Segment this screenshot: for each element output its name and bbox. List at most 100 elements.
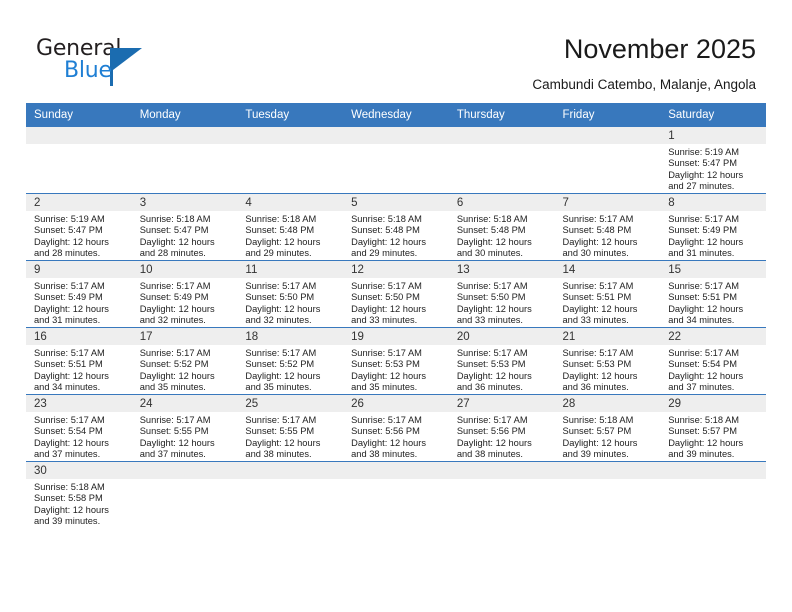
day-number (237, 462, 344, 479)
day-number: 1 (660, 127, 766, 144)
sunset-text: Sunset: 5:56 PM (351, 426, 420, 437)
daylight-text: Daylight: 12 hours (34, 303, 109, 314)
sunrise-text: Sunrise: 5:17 AM (34, 281, 105, 291)
calendar-day-cell[interactable]: 29 Sunrise: 5:18 AM Sunset: 5:57 PM Dayligh… (660, 394, 766, 462)
daylight-text: Daylight: 12 hours (668, 370, 744, 381)
calendar-day-cell[interactable]: 4 Sunrise: 5:18 AM Sunset: 5:48 PM Daylight… (237, 193, 344, 261)
calendar-day-cell[interactable]: 19 Sunrise: 5:17 AM Sunset: 5:53 PM Dayligh… (343, 327, 449, 395)
calendar-day-cell[interactable]: 26 Sunrise: 5:17 AM Sunset: 5:56 PM Dayligh… (343, 394, 449, 462)
day-number: 13 (448, 261, 555, 278)
sunset-text: Sunset: 5:50 PM (456, 292, 526, 303)
sunset-text: Sunset: 5:49 PM (668, 225, 737, 236)
calendar-day-cell[interactable]: 25 Sunrise: 5:17 AM Sunset: 5:55 PM Dayligh… (237, 394, 344, 462)
calendar-day-cell[interactable]: 13 Sunrise: 5:17 AM Sunset: 5:50 PM Dayligh… (448, 260, 555, 328)
sunset-text: Sunset: 5:48 PM (351, 225, 420, 236)
calendar-week-row: 23 Sunrise: 5:17 AM Sunset: 5:54 PM Dayligh… (26, 394, 766, 462)
sunset-text: Sunset: 5:49 PM (139, 292, 209, 303)
daylight-text: and 39 minutes. (668, 449, 735, 460)
general-blue-logo[interactable]: General Blue (36, 36, 156, 88)
day-number (554, 462, 661, 479)
daylight-text: and 35 minutes. (351, 382, 418, 393)
calendar-day-cell[interactable]: 7 Sunrise: 5:17 AM Sunset: 5:48 PM Daylight… (554, 193, 661, 261)
sunrise-text: Sunrise: 5:17 AM (34, 415, 105, 425)
day-details: Sunrise: 5:17 AM Sunset: 5:50 PM Daylight:… (343, 278, 449, 327)
sunset-text: Sunset: 5:53 PM (456, 359, 526, 370)
day-details: Sunrise: 5:17 AM Sunset: 5:53 PM Daylight:… (449, 345, 555, 394)
calendar-day-cell[interactable]: 9 Sunrise: 5:17 AM Sunset: 5:49 PM Daylight… (26, 260, 132, 328)
day-details: Sunrise: 5:17 AM Sunset: 5:50 PM Daylight:… (237, 278, 343, 327)
calendar-day-cell[interactable]: 16 Sunrise: 5:17 AM Sunset: 5:51 PM Dayligh… (26, 327, 132, 395)
calendar-day-cell[interactable]: 27 Sunrise: 5:17 AM Sunset: 5:56 PM Dayligh… (448, 394, 555, 462)
day-number (237, 127, 344, 144)
daylight-text: and 37 minutes. (139, 449, 206, 460)
calendar-cell-empty (131, 461, 238, 528)
daylight-text: and 28 minutes. (139, 248, 206, 259)
daylight-text: and 28 minutes. (34, 248, 101, 259)
sunset-text: Sunset: 5:47 PM (34, 225, 103, 236)
daylight-text: and 35 minutes. (245, 382, 312, 393)
calendar-day-cell[interactable]: 12 Sunrise: 5:17 AM Sunset: 5:50 PM Dayligh… (343, 260, 449, 328)
calendar-day-cell[interactable]: 21 Sunrise: 5:17 AM Sunset: 5:53 PM Dayligh… (554, 327, 661, 395)
calendar-day-cell[interactable]: 6 Sunrise: 5:18 AM Sunset: 5:48 PM Daylight… (448, 193, 555, 261)
daylight-text: and 31 minutes. (668, 248, 735, 259)
calendar-day-cell[interactable]: 20 Sunrise: 5:17 AM Sunset: 5:53 PM Dayligh… (448, 327, 555, 395)
calendar-day-cell[interactable]: 10 Sunrise: 5:17 AM Sunset: 5:49 PM Dayligh… (131, 260, 238, 328)
calendar-day-cell[interactable]: 2 Sunrise: 5:19 AM Sunset: 5:47 PM Daylight… (26, 193, 132, 261)
daylight-text: Daylight: 12 hours (245, 303, 321, 314)
calendar-day-cell[interactable]: 14 Sunrise: 5:17 AM Sunset: 5:51 PM Dayligh… (554, 260, 661, 328)
sunset-text: Sunset: 5:51 PM (668, 292, 737, 303)
calendar-day-cell[interactable]: 8 Sunrise: 5:17 AM Sunset: 5:49 PM Daylight… (660, 193, 766, 261)
calendar-day-cell[interactable]: 22 Sunrise: 5:17 AM Sunset: 5:54 PM Dayligh… (660, 327, 766, 395)
daylight-text: Daylight: 12 hours (562, 370, 638, 381)
daylight-text: and 33 minutes. (562, 315, 629, 326)
day-number: 15 (660, 261, 766, 278)
day-number (343, 127, 449, 144)
sunrise-text: Sunrise: 5:17 AM (34, 348, 105, 358)
sunrise-text: Sunrise: 5:18 AM (139, 214, 211, 224)
sunrise-text: Sunrise: 5:17 AM (351, 348, 422, 358)
calendar-day-cell[interactable]: 3 Sunrise: 5:18 AM Sunset: 5:47 PM Daylight… (131, 193, 238, 261)
sunset-text: Sunset: 5:55 PM (139, 426, 209, 437)
calendar-day-cell[interactable]: 1 Sunrise: 5:19 AM Sunset: 5:47 PM Daylight… (660, 126, 766, 194)
sunrise-text: Sunrise: 5:18 AM (34, 482, 105, 492)
daylight-text: Daylight: 12 hours (456, 437, 532, 448)
daylight-text: Daylight: 12 hours (562, 437, 638, 448)
calendar-day-cell[interactable]: 5 Sunrise: 5:18 AM Sunset: 5:48 PM Daylight… (343, 193, 449, 261)
calendar-week-row: 16 Sunrise: 5:17 AM Sunset: 5:51 PM Dayligh… (26, 327, 766, 395)
calendar-day-cell[interactable]: 11 Sunrise: 5:17 AM Sunset: 5:50 PM Dayligh… (237, 260, 344, 328)
daylight-text: and 33 minutes. (456, 315, 523, 326)
day-number: 23 (26, 395, 132, 412)
day-number: 18 (237, 328, 344, 345)
day-number: 24 (131, 395, 238, 412)
calendar-cell-empty (343, 126, 449, 194)
day-details: Sunrise: 5:17 AM Sunset: 5:49 PM Daylight:… (132, 278, 238, 327)
daylight-text: and 30 minutes. (456, 248, 523, 259)
calendar-day-cell[interactable]: 23 Sunrise: 5:17 AM Sunset: 5:54 PM Dayligh… (26, 394, 132, 462)
calendar-day-cell[interactable]: 15 Sunrise: 5:17 AM Sunset: 5:51 PM Dayligh… (660, 260, 766, 328)
calendar-cell-empty (660, 461, 766, 528)
day-details: Sunrise: 5:17 AM Sunset: 5:51 PM Daylight:… (26, 345, 132, 394)
sunset-text: Sunset: 5:47 PM (668, 158, 737, 169)
sunrise-text: Sunrise: 5:17 AM (351, 281, 422, 291)
day-details: Sunrise: 5:17 AM Sunset: 5:49 PM Daylight:… (660, 211, 766, 260)
daylight-text: and 39 minutes. (562, 449, 629, 460)
day-details: Sunrise: 5:18 AM Sunset: 5:57 PM Daylight:… (660, 412, 766, 461)
calendar-day-cell[interactable]: 30 Sunrise: 5:18 AM Sunset: 5:58 PM Dayligh… (26, 461, 132, 528)
day-number: 20 (448, 328, 555, 345)
calendar-day-cell[interactable]: 18 Sunrise: 5:17 AM Sunset: 5:52 PM Dayligh… (237, 327, 344, 395)
day-number (448, 462, 555, 479)
day-details: Sunrise: 5:18 AM Sunset: 5:57 PM Daylight:… (555, 412, 661, 461)
calendar-day-cell[interactable]: 17 Sunrise: 5:17 AM Sunset: 5:52 PM Dayligh… (131, 327, 238, 395)
sunset-text: Sunset: 5:56 PM (456, 426, 526, 437)
day-details: Sunrise: 5:17 AM Sunset: 5:51 PM Daylight:… (660, 278, 766, 327)
daylight-text: and 36 minutes. (456, 382, 523, 393)
logo-triangle-icon (113, 48, 142, 70)
calendar-day-cell[interactable]: 24 Sunrise: 5:17 AM Sunset: 5:55 PM Dayligh… (131, 394, 238, 462)
calendar-day-cell[interactable]: 28 Sunrise: 5:18 AM Sunset: 5:57 PM Dayligh… (554, 394, 661, 462)
daylight-text: Daylight: 12 hours (351, 303, 427, 314)
weekday-header-friday: Friday (554, 103, 661, 127)
daylight-text: and 37 minutes. (668, 382, 735, 393)
day-number (448, 127, 555, 144)
daylight-text: Daylight: 12 hours (351, 437, 427, 448)
calendar-page: General Blue November 2025 Cambundi Cate… (0, 0, 792, 612)
